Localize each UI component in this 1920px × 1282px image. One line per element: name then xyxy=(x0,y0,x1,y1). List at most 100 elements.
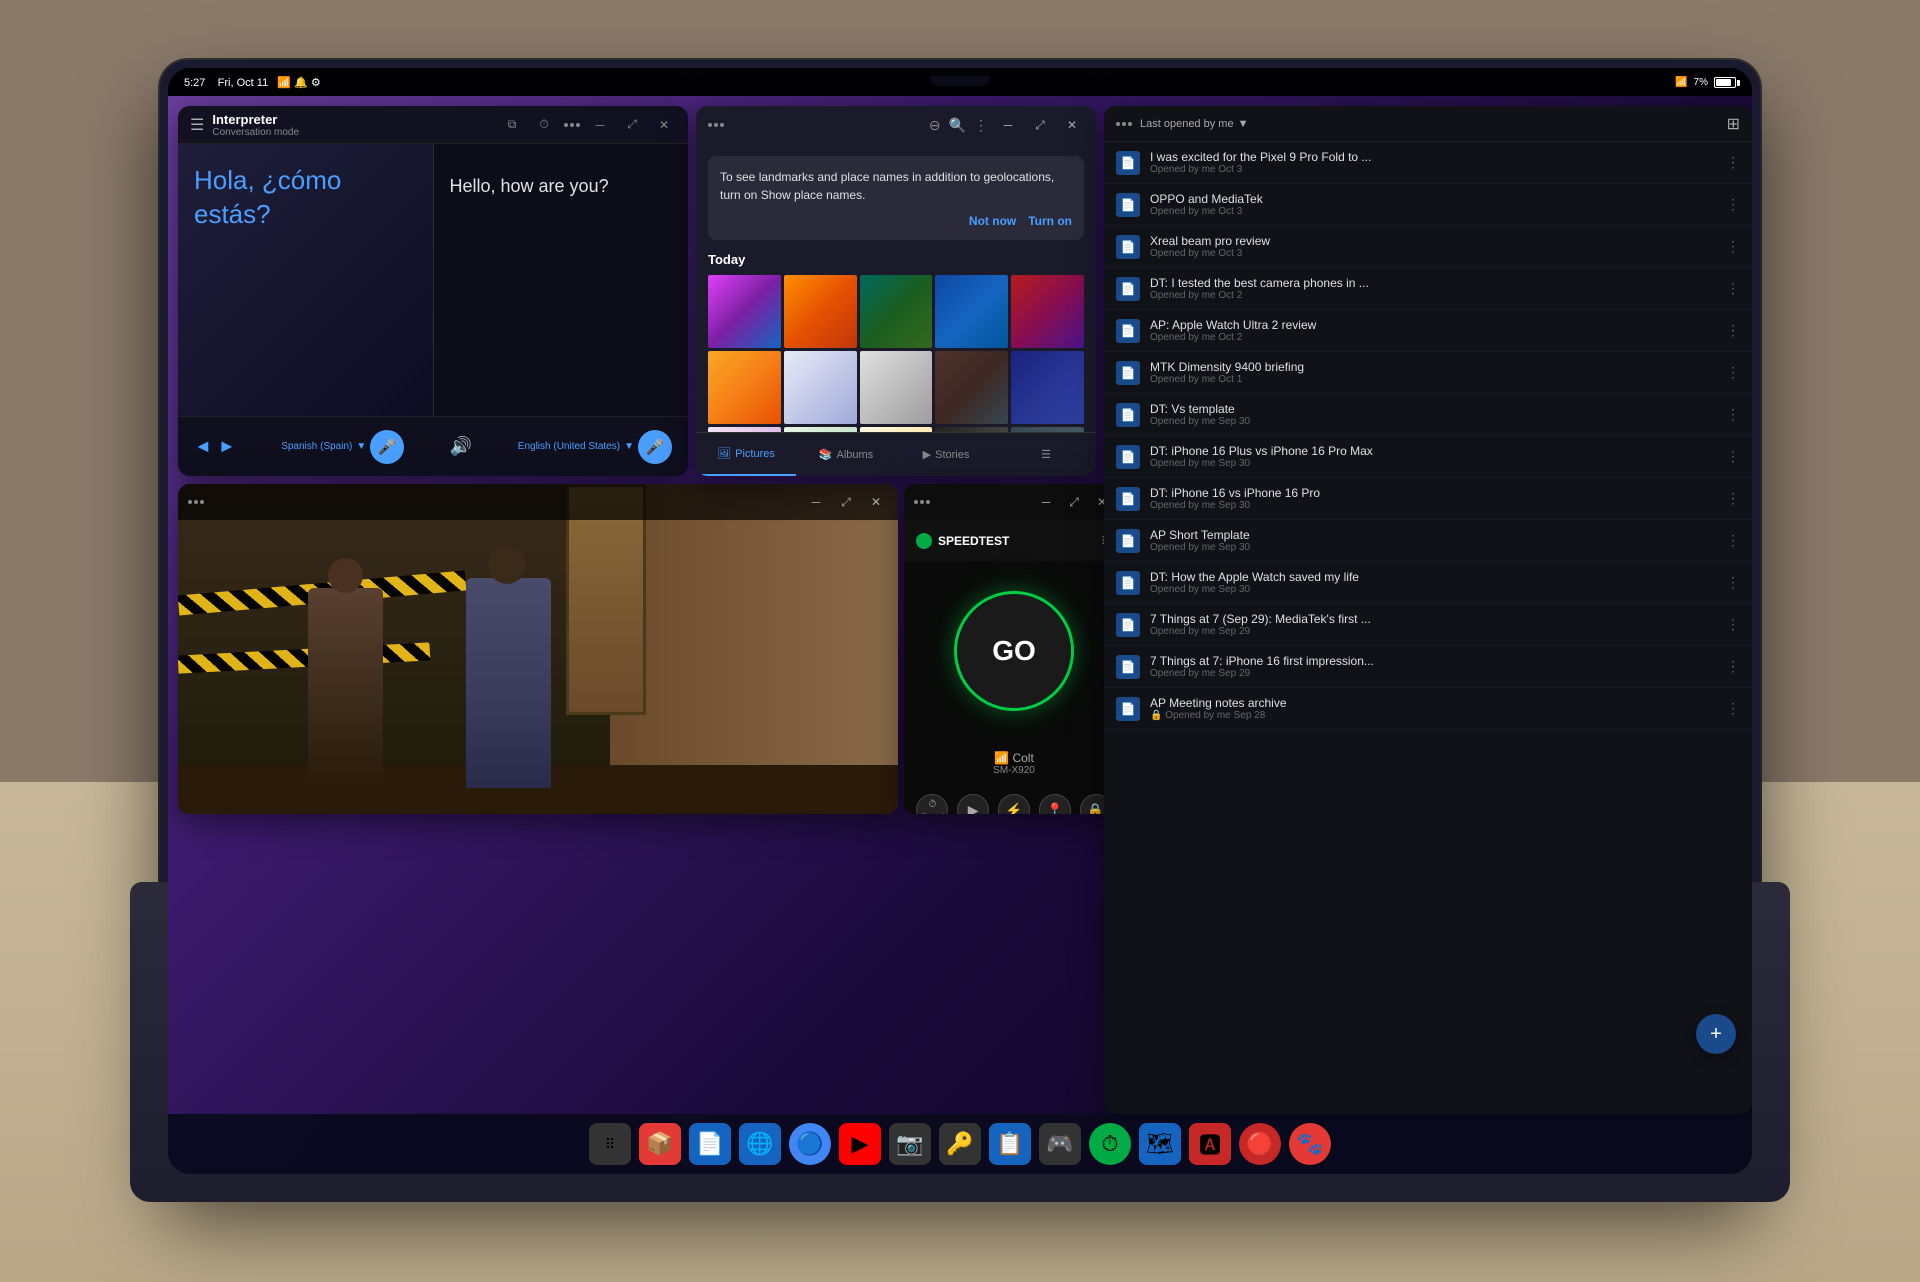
lang-right-text: English (United States) xyxy=(518,441,620,452)
docs-item[interactable]: 📄 MTK Dimensity 9400 briefing Opened by … xyxy=(1104,352,1752,394)
taskbar-key-icon[interactable]: 🔑 xyxy=(939,1123,981,1165)
photo-thumb-3[interactable] xyxy=(860,275,933,348)
maps-share-icon[interactable]: ⊖ xyxy=(929,117,941,134)
maps-minimize[interactable]: ─ xyxy=(996,113,1020,137)
docs-grid-view-icon[interactable]: ⊞ xyxy=(1727,114,1740,134)
docs-item-menu-icon[interactable]: ⋮ xyxy=(1726,448,1740,465)
taskbar-game-icon[interactable]: 🎮 xyxy=(1039,1123,1081,1165)
docs-item[interactable]: 📄 OPPO and MediaTek Opened by me Oct 3 ⋮ xyxy=(1104,184,1752,226)
taskbar-maps-icon[interactable]: 🗺 xyxy=(1139,1123,1181,1165)
taskbar-speedtest-icon[interactable]: ⏱ xyxy=(1089,1123,1131,1165)
speedtest-play-button[interactable]: ▶ xyxy=(957,794,989,814)
maps-close[interactable]: ✕ xyxy=(1060,113,1084,137)
time-display: 5:27 xyxy=(184,77,205,89)
docs-more-options[interactable] xyxy=(1116,122,1132,126)
video-close[interactable]: ✕ xyxy=(864,490,888,514)
maps-more-options[interactable] xyxy=(708,123,724,127)
docs-fab-button[interactable]: + xyxy=(1696,1014,1736,1054)
docs-item[interactable]: 📄 DT: How the Apple Watch saved my life … xyxy=(1104,562,1752,604)
docs-item-menu-icon[interactable]: ⋮ xyxy=(1726,700,1740,717)
docs-item-menu-icon[interactable]: ⋮ xyxy=(1726,532,1740,549)
docs-item-menu-icon[interactable]: ⋮ xyxy=(1726,196,1740,213)
photo-thumb-1[interactable] xyxy=(708,275,781,348)
close-button[interactable]: ✕ xyxy=(652,113,676,137)
docs-item[interactable]: 📄 DT: I tested the best camera phones in… xyxy=(1104,268,1752,310)
photo-thumb-5[interactable] xyxy=(1011,275,1084,348)
docs-item[interactable]: 📄 AP: Apple Watch Ultra 2 review Opened … xyxy=(1104,310,1752,352)
photo-thumb-2[interactable] xyxy=(784,275,857,348)
device-name-text: Colt xyxy=(1012,751,1033,765)
maps-turn-on-button[interactable]: Turn on xyxy=(1028,214,1072,228)
docs-item-menu-icon[interactable]: ⋮ xyxy=(1726,574,1740,591)
photo-thumb-9[interactable] xyxy=(935,351,1008,424)
expand-button[interactable]: ⤢ xyxy=(620,113,644,137)
speedtest-controls: ⏱ Speed ▶ ⚡ 📍 🔒 xyxy=(904,786,1124,814)
mic-right-button[interactable]: 🎤 xyxy=(638,430,672,464)
taskbar-youtube-icon[interactable]: ▶ xyxy=(839,1123,881,1165)
taskbar-red-icon[interactable]: 🅰 xyxy=(1189,1123,1231,1165)
taskbar-chrome-icon[interactable]: 🔵 xyxy=(789,1123,831,1165)
photo-thumb-6[interactable] xyxy=(708,351,781,424)
docs-item[interactable]: 📄 DT: Vs template Opened by me Sep 30 ⋮ xyxy=(1104,394,1752,436)
speedtest-expand[interactable]: ⤢ xyxy=(1062,490,1086,514)
maps-menu-icon[interactable]: ⋮ xyxy=(974,117,988,134)
photo-thumb-4[interactable] xyxy=(935,275,1008,348)
docs-item[interactable]: 📄 Xreal beam pro review Opened by me Oct… xyxy=(1104,226,1752,268)
mic-left-button[interactable]: 🎤 xyxy=(370,430,404,464)
maps-search-icon[interactable]: 🔍 xyxy=(949,117,966,134)
docs-item[interactable]: 📄 DT: iPhone 16 vs iPhone 16 Pro Opened … xyxy=(1104,478,1752,520)
docs-item[interactable]: 📄 7 Things at 7: iPhone 16 first impress… xyxy=(1104,646,1752,688)
docs-item-menu-icon[interactable]: ⋮ xyxy=(1726,238,1740,255)
docs-item[interactable]: 📄 I was excited for the Pixel 9 Pro Fold… xyxy=(1104,142,1752,184)
minimize-button[interactable]: ─ xyxy=(588,113,612,137)
speedtest-more-options[interactable] xyxy=(914,500,930,504)
docs-item-menu-icon[interactable]: ⋮ xyxy=(1726,322,1740,339)
hamburger-icon[interactable]: ☰ xyxy=(190,115,204,135)
taskbar-paw-icon[interactable]: 🐾 xyxy=(1289,1123,1331,1165)
interpreter-spanish-text: Hola, ¿cómo estás? xyxy=(194,164,417,232)
speedtest-location-button[interactable]: 📍 xyxy=(1039,794,1071,814)
speedtest-brand: SPEEDTEST xyxy=(916,533,1009,549)
lang-right-selector[interactable]: English (United States) ▼ 🎤 xyxy=(518,430,672,464)
more-options-button[interactable] xyxy=(564,123,580,127)
speedtest-go-button[interactable]: GO xyxy=(954,591,1074,711)
speedtest-minimize[interactable]: ─ xyxy=(1034,490,1058,514)
maps-tab-albums[interactable]: 📚 Albums xyxy=(796,433,896,476)
taskbar-apps-button[interactable]: ⠿ xyxy=(589,1123,631,1165)
docs-sort-selector[interactable]: Last opened by me ▼ xyxy=(1140,118,1248,130)
video-expand[interactable]: ⤢ xyxy=(834,490,858,514)
docs-item-menu-icon[interactable]: ⋮ xyxy=(1726,658,1740,675)
photo-thumb-10[interactable] xyxy=(1011,351,1084,424)
pip-button[interactable]: ⧉ xyxy=(500,113,524,137)
maps-not-now-button[interactable]: Not now xyxy=(969,214,1016,228)
taskbar-icon-3[interactable]: 🌐 xyxy=(739,1123,781,1165)
taskbar-icon-1[interactable]: 📦 xyxy=(639,1123,681,1165)
video-minimize[interactable]: ─ xyxy=(804,490,828,514)
docs-item-menu-icon[interactable]: ⋮ xyxy=(1726,280,1740,297)
docs-item-menu-icon[interactable]: ⋮ xyxy=(1726,616,1740,633)
prev-button[interactable]: ◄ ► xyxy=(194,436,236,457)
docs-item[interactable]: 📄 DT: iPhone 16 Plus vs iPhone 16 Pro Ma… xyxy=(1104,436,1752,478)
maps-tab-stories[interactable]: ▶ Stories xyxy=(896,433,996,476)
docs-item-menu-icon[interactable]: ⋮ xyxy=(1726,364,1740,381)
docs-item-menu-icon[interactable]: ⋮ xyxy=(1726,406,1740,423)
speaker-icon[interactable]: 🔊 xyxy=(450,436,472,457)
lang-left-selector[interactable]: Spanish (Spain) ▼ 🎤 xyxy=(281,430,404,464)
docs-item-menu-icon[interactable]: ⋮ xyxy=(1726,154,1740,171)
docs-item[interactable]: 📄 AP Short Template Opened by me Sep 30 … xyxy=(1104,520,1752,562)
maps-tab-menu[interactable]: ☰ xyxy=(996,433,1096,476)
taskbar-icon-2[interactable]: 📄 xyxy=(689,1123,731,1165)
speedtest-share-button[interactable]: ⚡ xyxy=(998,794,1030,814)
docs-item[interactable]: 📄 AP Meeting notes archive 🔒 Opened by m… xyxy=(1104,688,1752,730)
taskbar-camera-icon[interactable]: 📷 xyxy=(889,1123,931,1165)
photo-thumb-7[interactable] xyxy=(784,351,857,424)
taskbar-red2-icon[interactable]: 🔴 xyxy=(1239,1123,1281,1165)
history-button[interactable]: ⏱ xyxy=(532,113,556,137)
photo-thumb-8[interactable] xyxy=(860,351,933,424)
docs-item[interactable]: 📄 7 Things at 7 (Sep 29): MediaTek's fir… xyxy=(1104,604,1752,646)
docs-item-menu-icon[interactable]: ⋮ xyxy=(1726,490,1740,507)
taskbar-clipboard-icon[interactable]: 📋 xyxy=(989,1123,1031,1165)
maps-tab-pictures[interactable]: 🖼 Pictures xyxy=(696,433,796,476)
maps-expand[interactable]: ⤢ xyxy=(1028,113,1052,137)
video-more-options[interactable] xyxy=(188,500,204,504)
